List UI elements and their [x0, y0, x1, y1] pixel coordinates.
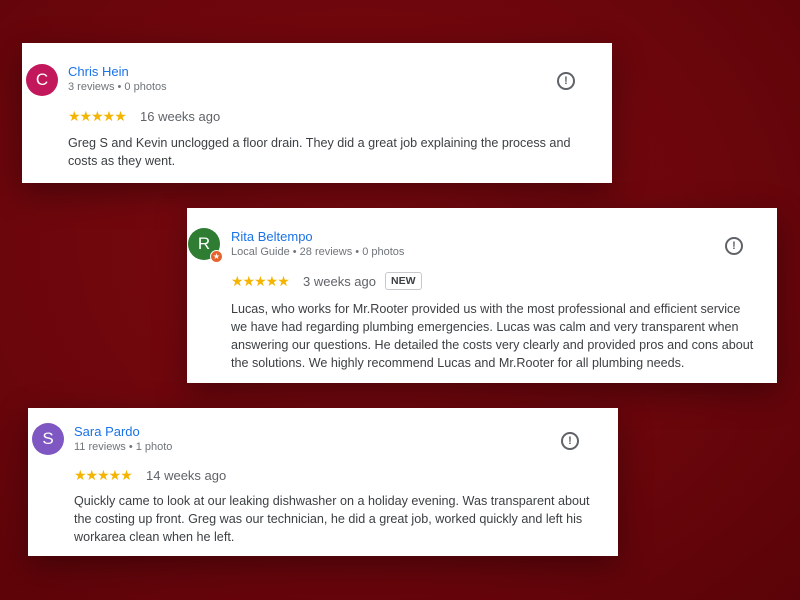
star-rating: ★★★★★: [74, 467, 133, 483]
review-card: C Chris Hein 3 reviews • 0 photos ! ★★★★…: [22, 43, 612, 183]
reviewer-meta: 3 reviews • 0 photos: [68, 81, 167, 93]
new-badge: NEW: [385, 272, 422, 290]
review-text: Quickly came to look at our leaking dish…: [74, 494, 590, 544]
avatar[interactable]: C: [26, 64, 58, 96]
star-rating: ★★★★★: [231, 273, 290, 289]
reviewer-name[interactable]: Chris Hein: [68, 64, 129, 79]
local-guide-star-icon: ★: [210, 250, 223, 263]
review-age: 14 weeks ago: [146, 468, 227, 483]
review-text: Greg S and Kevin unclogged a floor drain…: [68, 136, 571, 168]
avatar-letter: R: [197, 234, 211, 253]
review-age: 16 weeks ago: [140, 109, 221, 124]
reviewer-name[interactable]: Sara Pardo: [74, 424, 140, 439]
report-flag-icon[interactable]: !: [561, 432, 579, 450]
reviewer-meta: Local Guide • 28 reviews • 0 photos: [231, 246, 405, 258]
reviewer-meta: 11 reviews • 1 photo: [74, 441, 173, 453]
review-card: R ★ Rita Beltempo Local Guide • 28 revie…: [187, 208, 777, 383]
report-flag-icon[interactable]: !: [557, 72, 575, 90]
star-rating: ★★★★★: [68, 108, 127, 124]
reviewer-name[interactable]: Rita Beltempo: [231, 229, 313, 244]
review-age: 3 weeks ago: [303, 274, 376, 289]
avatar[interactable]: S: [32, 423, 64, 455]
review-card: S Sara Pardo 11 reviews • 1 photo ! ★★★★…: [28, 408, 618, 556]
report-flag-icon[interactable]: !: [725, 237, 743, 255]
review-text: Lucas, who works for Mr.Rooter provided …: [231, 302, 754, 370]
avatar[interactable]: R ★: [188, 228, 223, 263]
